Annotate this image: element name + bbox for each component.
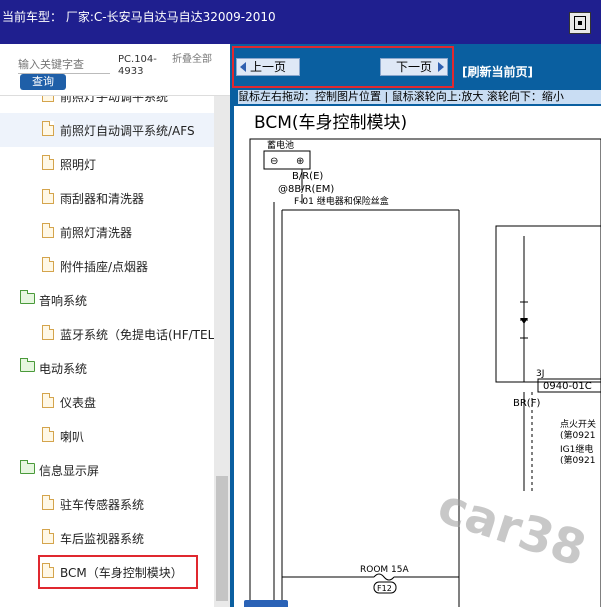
bcm-block xyxy=(495,225,601,383)
ig1-relay-ref: (第0921 xyxy=(560,454,595,466)
tree-item-instrument-panel[interactable]: 仪表盘 xyxy=(0,385,214,419)
window-title: 当前车型： 厂家:C-长安马自达马自达32009-2010 xyxy=(2,10,276,24)
tree-item-headlamp-manual[interactable]: 前照灯手动调平系统 xyxy=(0,96,214,113)
restore-window-button[interactable] xyxy=(569,12,591,34)
scrollbar-thumb[interactable] xyxy=(216,476,228,601)
connector-code: 0940-01C xyxy=(543,381,592,392)
nav-bar: 上一页 下一页 [刷新当前页] xyxy=(230,44,601,90)
tree-item-headlamp-auto[interactable]: 前照灯自动调平系统/AFS xyxy=(0,113,214,147)
selection-highlight xyxy=(38,555,198,589)
document-icon xyxy=(42,393,54,408)
relay-box-label: F-01 继电器和保险丝盒 xyxy=(294,195,389,207)
tree-item-headlamp-washer[interactable]: 前照灯清洗器 xyxy=(0,215,214,249)
left-panel: 查询 PC.104-4933 折叠全部 前照灯手动调平系统 前照灯自动调平系统/… xyxy=(0,44,230,607)
connector-3j: 3J xyxy=(536,369,544,379)
document-icon xyxy=(42,325,54,340)
document-icon xyxy=(42,223,54,238)
wire-label-1: B/R(E) xyxy=(292,171,323,182)
tree-item-rear-monitor[interactable]: 车后监视器系统 xyxy=(0,521,214,555)
ig1-relay-label: IG1继电 xyxy=(560,443,593,455)
watermark: car38 xyxy=(431,478,592,578)
fuse-label: ROOM 15A xyxy=(360,565,409,575)
tree-item-parking-sensor[interactable]: 驻车传感器系统 xyxy=(0,487,214,521)
tree-folder-audio[interactable]: 音响系统 xyxy=(0,283,214,317)
ignition-label: 点火开关 xyxy=(560,418,596,430)
search-input[interactable] xyxy=(18,56,110,74)
folder-icon xyxy=(20,290,35,304)
document-icon xyxy=(42,189,54,204)
tree-list: 前照灯手动调平系统 前照灯自动调平系统/AFS 照明灯 雨刮器和清洗器 前照灯清… xyxy=(0,96,214,607)
document-icon xyxy=(42,257,54,272)
search-bar: 查询 PC.104-4933 折叠全部 xyxy=(0,44,230,96)
folder-icon xyxy=(20,358,35,372)
tree-scrollbar[interactable] xyxy=(214,96,230,607)
tree-item-accessory-socket[interactable]: 附件插座/点烟器 xyxy=(0,249,214,283)
folder-icon xyxy=(20,460,35,474)
search-button[interactable]: 查询 xyxy=(20,74,66,90)
battery-plus: ⊕ xyxy=(296,156,304,167)
tree-item-bluetooth[interactable]: 蓝牙系统（免提电话(HF/TEL xyxy=(0,317,214,351)
fold-all-button[interactable]: 折叠全部 xyxy=(172,54,216,66)
restore-icon xyxy=(574,16,586,30)
diagram-title: BCM(车身控制模块) xyxy=(254,113,407,133)
title-bar: 当前车型： 厂家:C-长安马自达马自达32009-2010 xyxy=(0,0,601,44)
ignition-ref: (第0921 xyxy=(560,429,595,441)
nav-highlight-frame xyxy=(232,46,454,88)
document-icon xyxy=(42,427,54,442)
pc-label: PC.104-4933 xyxy=(118,54,157,77)
wire-label-2: @8B/R(EM) xyxy=(278,184,334,195)
diagram-canvas: BCM(车身控制模块) 蓄电池 ⊖ ⊕ B/R(E) @8B/R(EM) F-0… xyxy=(249,113,601,607)
document-icon xyxy=(42,495,54,510)
tree-folder-info-display[interactable]: 信息显示屏 xyxy=(0,453,214,487)
tree-item-lighting[interactable]: 照明灯 xyxy=(0,147,214,181)
usage-hint: 鼠标左右拖动：控制图片位置 | 鼠标滚轮向上:放大 滚轮向下：缩小 xyxy=(238,90,601,104)
refresh-page-link[interactable]: [刷新当前页] xyxy=(462,63,533,80)
document-icon xyxy=(42,529,54,544)
battery-minus: ⊖ xyxy=(270,156,278,167)
tree-item-horn[interactable]: 喇叭 xyxy=(0,419,214,453)
fuse-id: F12 xyxy=(377,584,392,593)
tree-item-wiper[interactable]: 雨刮器和清洗器 xyxy=(0,181,214,215)
document-icon xyxy=(42,121,54,136)
tree-folder-electric[interactable]: 电动系统 xyxy=(0,351,214,385)
document-icon xyxy=(42,155,54,170)
document-icon xyxy=(42,96,54,102)
diode-symbol xyxy=(520,318,528,324)
battery-label: 蓄电池 xyxy=(267,139,294,151)
wire-label-br: BR(F) xyxy=(513,398,540,409)
right-panel: 上一页 下一页 [刷新当前页] 鼠标左右拖动：控制图片位置 | 鼠标滚轮向上:放… xyxy=(230,44,601,607)
wiring-diagram[interactable]: BCM(车身控制模块) 蓄电池 ⊖ ⊕ B/R(E) @8B/R(EM) F-0… xyxy=(234,106,601,607)
diagram-scroll-tab[interactable] xyxy=(244,600,288,607)
